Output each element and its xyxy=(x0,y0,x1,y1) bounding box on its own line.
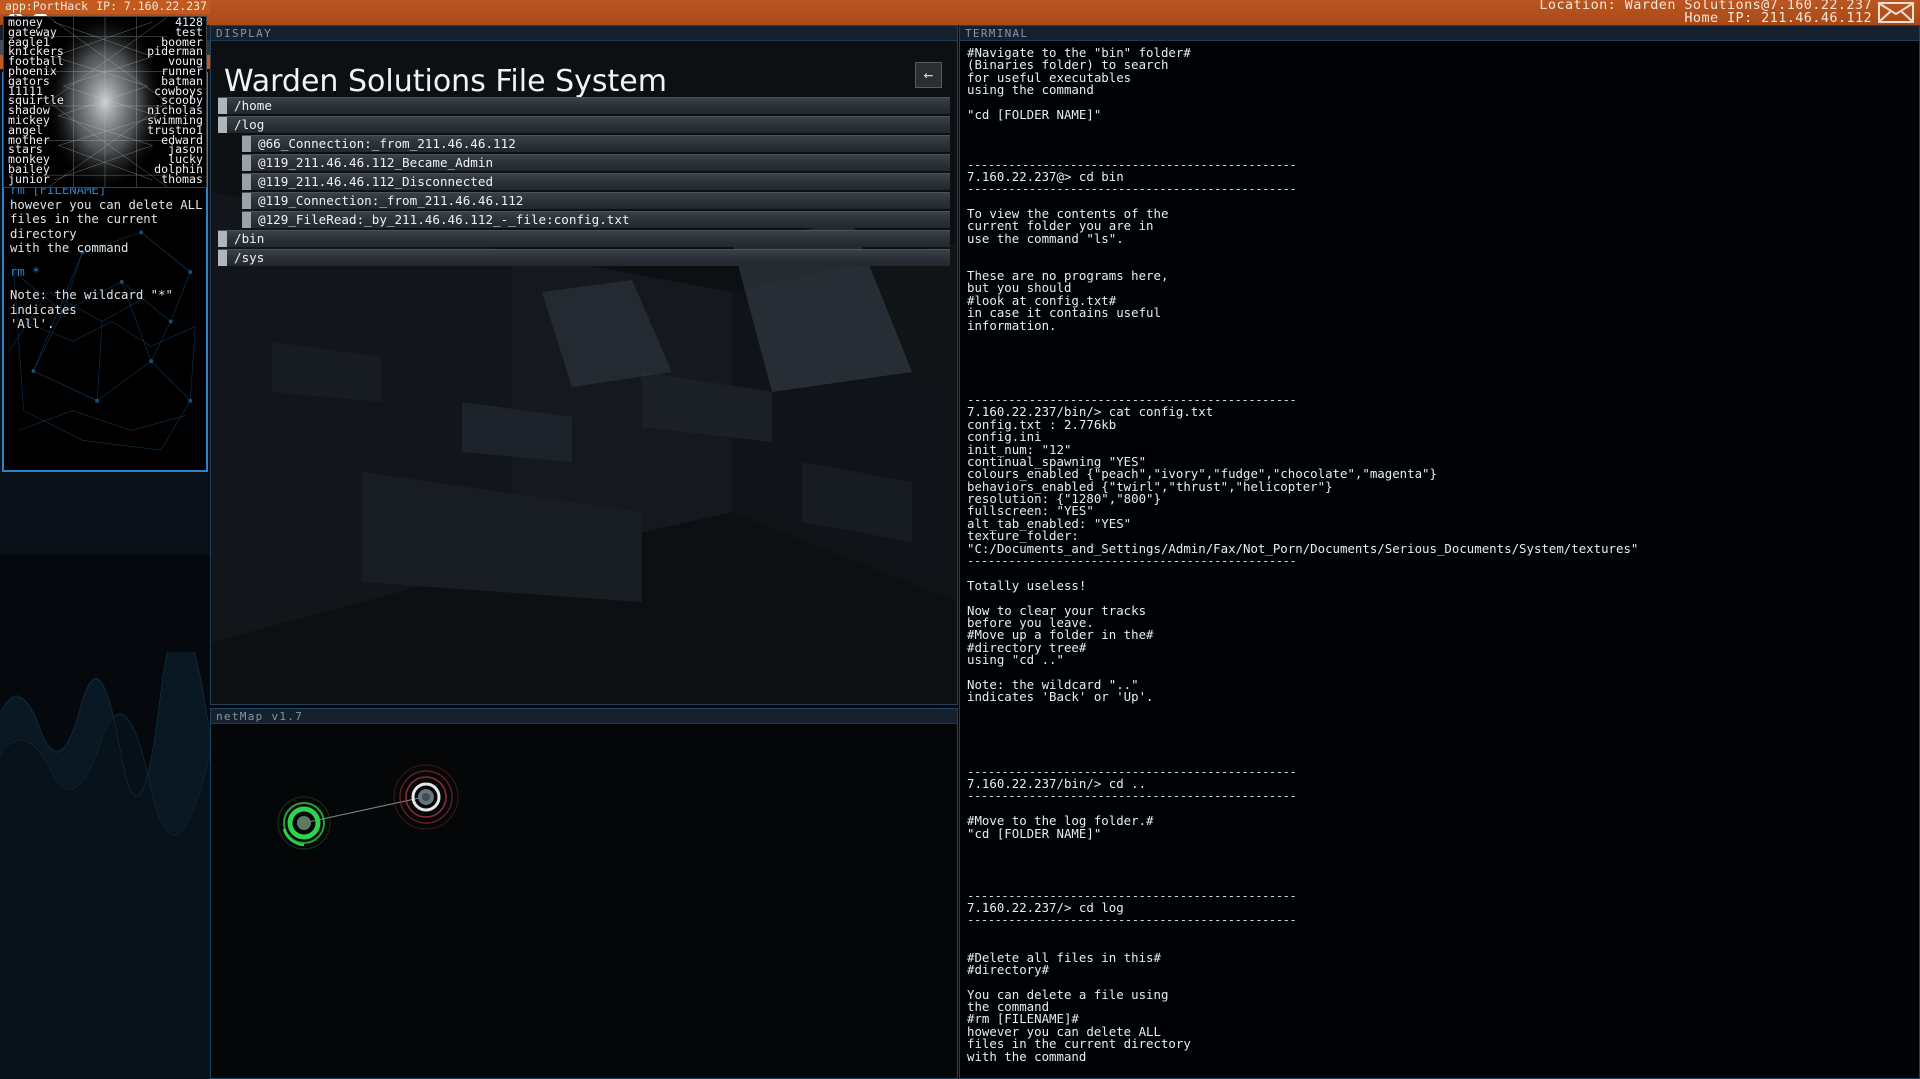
location-info: Location: Warden Solutions@7.160.22.237 … xyxy=(1539,0,1872,25)
password-right: thomas xyxy=(161,171,203,186)
file-list-item[interactable]: @119_211.46.46.112_Became_Admin xyxy=(242,154,950,171)
terminal-line: for useful executables xyxy=(967,69,1132,85)
porthack-panel: app:PortHack IP: 7.160.22.237 money 4128… xyxy=(0,0,210,1076)
terminal-line: Totally useless! xyxy=(967,577,1087,593)
terminal-line: #directory tree# xyxy=(967,639,1087,655)
file-list-item[interactable]: @66_Connection:_from_211.46.46.112 xyxy=(242,135,950,152)
terminal-line: indicates 'Back' or 'Up'. xyxy=(967,689,1154,705)
file-name: @66_Connection:_from_211.46.46.112 xyxy=(258,136,516,151)
file-name: @129_FileRead:_by_211.46.46.112_-_file:c… xyxy=(258,212,630,227)
terminal-line: information. xyxy=(967,317,1057,333)
file-name: @119_211.46.46.112_Became_Admin xyxy=(258,155,494,170)
tutorial-line: Note: the wildcard "*" indicates xyxy=(10,288,173,317)
folder-list-item[interactable]: /sys xyxy=(218,249,950,266)
back-button[interactable]: ← xyxy=(915,62,942,88)
file-name: /home xyxy=(234,98,272,113)
terminal-line: You can delete a file using xyxy=(967,986,1169,1002)
porthack-app-label: app:PortHack xyxy=(5,0,89,13)
home-ip-text: Home IP: 211.46.46.112 xyxy=(1684,10,1872,26)
terminal-line: using "cd .." xyxy=(967,652,1064,668)
netmap-canvas[interactable] xyxy=(212,725,956,1077)
file-name: /bin xyxy=(234,231,265,246)
terminal-line: #Delete all files in this# xyxy=(967,949,1161,965)
porthack-header: app:PortHack IP: 7.160.22.237 xyxy=(0,0,210,14)
terminal-panel[interactable]: TERMINAL #Navigate to the "bin" folder#(… xyxy=(959,25,1920,1079)
file-system-list: /home/log @66_Connection:_from_211.46.46.… xyxy=(218,97,950,268)
file-name: @119_211.46.46.112_Disconnected xyxy=(258,174,494,189)
display-panel: DISPLAY Warden Solutions File System ← /… xyxy=(210,25,958,705)
file-type-marker xyxy=(218,250,227,266)
folder-list-item[interactable]: /bin xyxy=(218,230,950,247)
file-list-item[interactable]: @119_211.46.46.112_Disconnected xyxy=(242,173,950,190)
terminal-output[interactable]: #Navigate to the "bin" folder# (Binaries … xyxy=(963,43,1917,1076)
folder-list-item[interactable]: /log xyxy=(218,116,950,133)
folder-list-item[interactable]: /home xyxy=(218,97,950,114)
terminal-line: These are no programs here, xyxy=(967,268,1169,284)
terminal-line: resolution: {"1280","800"} xyxy=(967,491,1161,507)
terminal-line: ----------------------------------------… xyxy=(967,912,1297,928)
display-background: Warden Solutions File System ← /home/log… xyxy=(212,42,956,703)
terminal-line: with the command xyxy=(967,1048,1087,1064)
porthack-body: money 4128 gateway test eagle1 boomer knickers… xyxy=(3,16,207,188)
terminal-line: config.ini xyxy=(967,429,1042,445)
terminal-line: the command xyxy=(967,999,1050,1015)
terminal-line: #rm *# xyxy=(967,1075,1917,1076)
home-node xyxy=(277,796,331,850)
password-row: junior thomas xyxy=(4,171,206,186)
page-title: Warden Solutions File System xyxy=(224,64,667,99)
password-left: junior xyxy=(8,171,50,186)
terminal-line: "cd [FOLDER NAME]" xyxy=(967,106,1102,122)
netmap-graph xyxy=(277,764,459,850)
file-type-marker xyxy=(218,98,227,114)
terminal-line: ----------------------------------------… xyxy=(967,553,1297,569)
terminal-line: using the command xyxy=(967,82,1094,98)
file-type-marker xyxy=(242,155,251,171)
terminal-line: files in the current directory xyxy=(967,1036,1191,1052)
terminal-line: #Move up a folder in the# xyxy=(967,627,1154,643)
file-list-item[interactable]: @119_Connection:_from_211.46.46.112 xyxy=(242,192,950,209)
terminal-line: ----------------------------------------… xyxy=(967,181,1297,197)
terminal-line: config.txt : 2.776kb xyxy=(967,416,1117,432)
file-type-marker xyxy=(242,212,251,228)
file-list-item[interactable]: @129_FileRead:_by_211.46.46.112_-_file:c… xyxy=(242,211,950,228)
terminal-line: #Move to the log folder.# xyxy=(967,813,1154,829)
netmap-panel-header: netMap v1.7 xyxy=(211,709,957,724)
terminal-line: use the command "ls". xyxy=(967,230,1124,246)
porthack-ip: IP: 7.160.22.237 xyxy=(96,0,207,13)
file-type-marker xyxy=(218,117,227,133)
tutorial-line: files in the current directory xyxy=(10,212,159,241)
app-root: 60 Location: Warden Solutions@7.160.22.2… xyxy=(0,0,1920,1079)
file-type-marker xyxy=(218,231,227,247)
tutorial-line: however you can delete ALL xyxy=(10,197,203,212)
netmap-panel: netMap v1.7 xyxy=(210,708,958,1079)
display-panel-header: DISPLAY xyxy=(211,26,957,41)
top-bar: 60 Location: Warden Solutions@7.160.22.2… xyxy=(0,0,1920,25)
terminal-line: ----------------------------------------… xyxy=(967,788,1297,804)
file-name: /log xyxy=(234,117,265,132)
tutorial-line: rm * xyxy=(10,264,40,279)
waveform-decoration xyxy=(0,652,210,1079)
porthack-password-list: money 4128 gateway test eagle1 boomer knickers… xyxy=(4,17,206,186)
file-name: @119_Connection:_from_211.46.46.112 xyxy=(258,193,524,208)
terminal-line: "cd [FOLDER NAME]" xyxy=(967,825,1102,841)
file-type-marker xyxy=(242,136,251,152)
terminal-line: alt_tab_enabled: "YES" xyxy=(967,515,1132,531)
terminal-panel-header: TERMINAL xyxy=(960,26,1919,41)
file-name: /sys xyxy=(234,250,265,265)
file-type-marker xyxy=(242,174,251,190)
file-type-marker xyxy=(242,193,251,209)
left-background-decoration xyxy=(0,652,210,1079)
terminal-line: #directory# xyxy=(967,961,1050,977)
mail-icon[interactable] xyxy=(1878,2,1914,23)
tutorial-line: with the command xyxy=(10,241,129,255)
tutorial-line: 'All'. xyxy=(10,317,55,331)
target-node xyxy=(393,764,459,830)
terminal-line: in case it contains useful xyxy=(967,305,1161,321)
terminal-line: Now to clear your tracks xyxy=(967,602,1147,618)
